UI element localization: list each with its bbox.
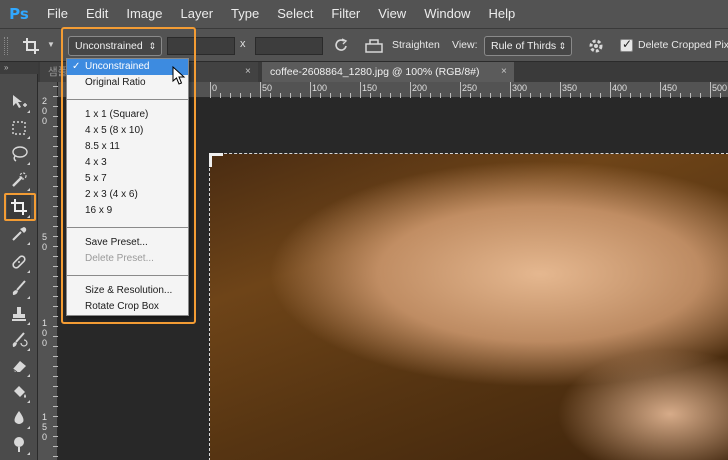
overlay-view-value: Rule of Thirds bbox=[491, 40, 557, 52]
ruler-label: 0 bbox=[212, 83, 218, 93]
ruler-label: 1 bbox=[42, 318, 48, 328]
close-icon[interactable]: × bbox=[501, 62, 507, 82]
delete-cropped-label[interactable]: Delete Cropped Pixels bbox=[638, 39, 728, 51]
ruler-label: 400 bbox=[612, 83, 628, 93]
gear-icon[interactable] bbox=[586, 36, 606, 56]
ruler-label: 200 bbox=[412, 83, 428, 93]
menu-layer[interactable]: Layer bbox=[172, 0, 223, 28]
ruler-label: 250 bbox=[462, 83, 478, 93]
swap-x-label[interactable]: x bbox=[240, 38, 246, 50]
move-icon[interactable] bbox=[7, 90, 31, 114]
eyedropper-icon[interactable] bbox=[7, 222, 31, 246]
ruler-label: 0 bbox=[42, 338, 48, 348]
dodge-icon[interactable] bbox=[7, 432, 31, 456]
quick-selection-icon[interactable] bbox=[7, 168, 31, 192]
ruler-label: 450 bbox=[662, 83, 678, 93]
delete-cropped-checkbox[interactable] bbox=[620, 37, 633, 52]
ruler-label: 1 bbox=[42, 412, 48, 422]
ruler-label: 0 bbox=[42, 116, 48, 126]
close-icon[interactable]: × bbox=[245, 62, 251, 82]
tab-coffee-document[interactable]: coffee-2608864_1280.jpg @ 100% (RGB/8#) bbox=[262, 62, 514, 82]
ruler-label: 0 bbox=[42, 432, 48, 442]
ruler-label: 50 bbox=[262, 83, 273, 93]
ruler-label: 300 bbox=[512, 83, 528, 93]
options-bar-grip[interactable] bbox=[4, 37, 8, 55]
menu-select[interactable]: Select bbox=[268, 0, 322, 28]
straighten-icon[interactable] bbox=[364, 36, 384, 56]
stamp-icon[interactable] bbox=[7, 302, 31, 326]
ruler-label: 2 bbox=[42, 96, 48, 106]
menu-window[interactable]: Window bbox=[415, 0, 479, 28]
clear-icon[interactable] bbox=[332, 36, 350, 56]
ruler-label: 0 bbox=[42, 328, 48, 338]
menu-image[interactable]: Image bbox=[117, 0, 171, 28]
ruler-ticks bbox=[53, 86, 58, 457]
ruler-label: 0 bbox=[42, 242, 48, 252]
ruler-label: 350 bbox=[562, 83, 578, 93]
tool-preset-arrow-icon[interactable]: ▼ bbox=[47, 40, 55, 49]
brush-icon[interactable] bbox=[7, 276, 31, 300]
ruler-label: 5 bbox=[42, 422, 48, 432]
menu-bar: Ps File Edit Image Layer Type Select Fil… bbox=[0, 0, 728, 28]
menu-type[interactable]: Type bbox=[222, 0, 268, 28]
ruler-label: 150 bbox=[362, 83, 378, 93]
view-label: View: bbox=[452, 39, 478, 51]
menu-view[interactable]: View bbox=[369, 0, 415, 28]
blur-icon[interactable] bbox=[7, 406, 31, 430]
crop-tool-preset-icon[interactable] bbox=[22, 37, 42, 55]
mouse-cursor-icon bbox=[172, 66, 186, 85]
lasso-icon[interactable] bbox=[7, 142, 31, 166]
menu-file[interactable]: File bbox=[38, 0, 77, 28]
crop-box[interactable] bbox=[209, 153, 728, 460]
overlay-view-select[interactable]: Rule of Thirds ⇕ bbox=[484, 36, 572, 56]
ruler-label: 500 bbox=[712, 83, 728, 93]
ruler-label: 0 bbox=[42, 106, 48, 116]
healing-icon[interactable] bbox=[7, 250, 31, 274]
vertical-ruler[interactable]: 2 0 0 5 0 1 0 0 1 5 0 bbox=[38, 82, 58, 460]
marquee-icon[interactable] bbox=[7, 116, 31, 140]
paint-bucket-icon[interactable] bbox=[7, 380, 31, 404]
history-brush-icon[interactable] bbox=[7, 328, 31, 352]
height-field[interactable] bbox=[255, 37, 323, 55]
crop-tool-highlight bbox=[4, 193, 36, 221]
menu-filter[interactable]: Filter bbox=[322, 0, 369, 28]
ruler-label: 5 bbox=[42, 232, 48, 242]
updown-icon: ⇕ bbox=[558, 41, 566, 51]
menu-help[interactable]: Help bbox=[479, 0, 524, 28]
eraser-icon[interactable] bbox=[7, 354, 31, 378]
menu-edit[interactable]: Edit bbox=[77, 0, 117, 28]
straighten-label[interactable]: Straighten bbox=[392, 39, 440, 51]
crop-handle-top-left[interactable] bbox=[209, 153, 223, 167]
photoshop-logo: Ps bbox=[9, 5, 29, 23]
tools-panel-collapse[interactable]: » bbox=[0, 62, 38, 74]
ruler-label: 100 bbox=[312, 83, 328, 93]
